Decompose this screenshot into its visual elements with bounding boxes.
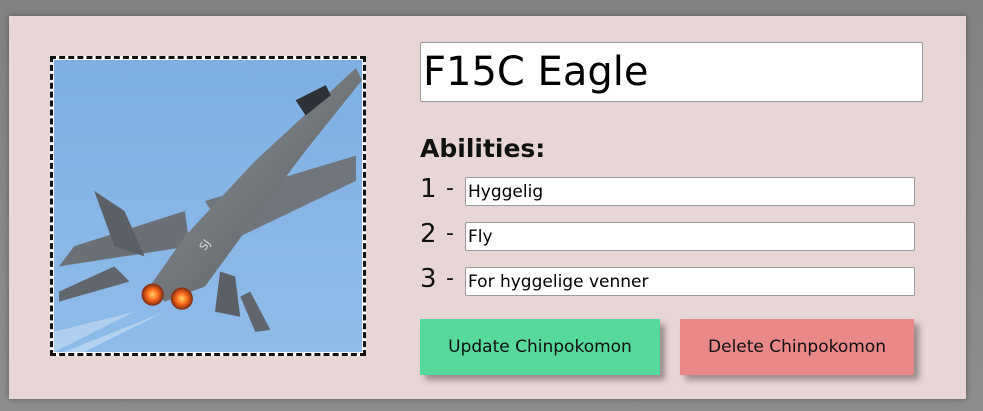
ability-number: 1 <box>420 174 437 204</box>
ability-number: 3 <box>420 264 437 294</box>
delete-button[interactable]: Delete Chinpokomon <box>680 319 914 375</box>
update-button[interactable]: Update Chinpokomon <box>420 319 660 375</box>
ability-dash: - <box>446 176 454 201</box>
ability-row-1: 1 - <box>420 174 920 207</box>
image-frame: SJ <box>50 56 366 356</box>
ability-row-3: 3 - <box>420 264 920 297</box>
ability-dash: - <box>446 266 454 291</box>
ability-dash: - <box>446 221 454 246</box>
ability-input-3[interactable] <box>465 267 915 296</box>
ability-number: 2 <box>420 219 437 249</box>
ability-row-2: 2 - <box>420 219 920 252</box>
name-input[interactable] <box>420 42 923 102</box>
ability-input-2[interactable] <box>465 222 915 251</box>
abilities-heading: Abilities: <box>420 134 546 163</box>
chinpokomon-card: SJ Abilities: 1 - 2 - 3 - Update Chinpok… <box>9 16 966 399</box>
jet-photo: SJ <box>54 60 362 352</box>
ability-input-1[interactable] <box>465 177 915 206</box>
